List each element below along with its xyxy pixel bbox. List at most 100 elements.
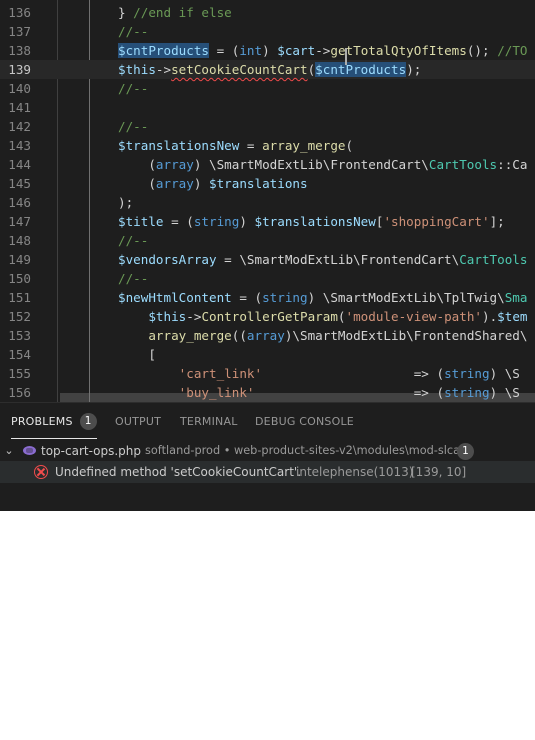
code-line[interactable]: 152 $this->ControllerGetParam('module-vi… [0,307,535,326]
code-token: = ( [209,43,240,58]
code-token: $cart [277,43,316,58]
code-token: ( [345,138,354,153]
line-number: 147 [8,214,31,229]
line-code: ); [118,193,133,212]
code-token: ) \S [489,385,520,400]
code-token: $vendorsArray [118,252,217,267]
code-line[interactable]: 149 $vendorsArray = \SmartModExtLib\Front… [0,250,535,269]
code-token: ( [118,176,156,191]
line-code: //-- [118,79,148,98]
code-token: 'buy_link' [178,385,255,400]
line-number: 142 [8,119,31,134]
code-token: ( [337,309,346,324]
code-token: //-- [118,233,149,248]
line-code: (array) $translations [118,174,307,193]
line-number: 138 [8,43,31,58]
tab-problems[interactable]: PROBLEMS 1 [11,403,97,439]
code-token: )\SmartModExtLib\FrontendShared\ [284,328,528,343]
code-token: ) \SmartModExtLib\TplTwig\ [307,290,505,305]
code-token: ) \SmartModExtLib\FrontendCart\ [193,157,429,172]
code-editor[interactable]: 136} //end if else 137//-- 138 $cntProducts… [0,0,535,402]
code-line[interactable]: 154 [ [0,345,535,364]
code-token: Sma [504,290,528,305]
line-code: 'cart_link' => (string) \S [118,364,520,383]
line-number: 136 [8,5,31,20]
code-token: [ [118,347,156,362]
code-line[interactable]: 140 //-- [0,79,535,98]
code-token: string [444,385,490,400]
code-line[interactable]: 147 $title = (string) $translationsNew['s… [0,212,535,231]
code-token: $tem [497,309,528,324]
code-token: => ( [262,366,445,381]
code-line[interactable]: 137 //-- [0,22,535,41]
code-token: //-- [118,81,149,96]
code-token: getTotalQtyOfItems [330,43,467,58]
code-token: string [193,214,240,229]
problem-position: [139, 10] [411,465,467,479]
code-token: array_merge [148,328,232,343]
code-line[interactable]: 155 'cart_link' => (string) \S [0,364,535,383]
chevron-down-icon[interactable]: ⌄ [3,440,15,462]
code-token: = ( [163,214,194,229]
code-line[interactable]: 144 (array) \SmartModExtLib\FrontendCart… [0,155,535,174]
code-line[interactable]: 142 //-- [0,117,535,136]
tab-debug-console[interactable]: DEBUG CONSOLE [255,403,354,439]
code-token: $translationsNew [254,214,376,229]
line-number: 149 [8,252,31,267]
line-number: 137 [8,24,31,39]
code-token: //-- [118,271,149,286]
line-number: 144 [8,157,31,172]
line-code: $newHtmlContent = (string) \SmartModExtL… [118,288,527,307]
code-line[interactable]: 139 $this->setCookieCountCart($cnt Product… [0,48,535,79]
panel-tabs: PROBLEMS 1 OUTPUT TERMINAL DEBUG CONSOLE [0,403,535,439]
code-line[interactable]: 151 $newHtmlContent = (string) \SmartModE… [0,288,535,307]
code-token: -> [315,43,331,58]
tab-problems-label: PROBLEMS [11,415,73,428]
code-token: array [246,328,285,343]
line-code: array_merge((array)\SmartModExtLib\Front… [118,326,527,345]
tab-terminal[interactable]: TERMINAL [180,403,238,439]
code-line[interactable]: 136} //end if else [0,3,535,22]
problem-file-row[interactable]: ⌄ top-cart-ops.php softland-prod • web-p… [0,440,535,462]
code-line[interactable]: 153 array_merge((array)\SmartModExtLib\F… [0,326,535,345]
tab-output[interactable]: OUTPUT [115,403,161,439]
code-token: 'shoppingCart' [383,214,490,229]
problem-item[interactable]: Undefined method 'setCookieCountCart'. i… [0,461,535,483]
code-token: 'module-view-path' [345,309,482,324]
line-number: 139 [8,62,31,77]
line-number: 140 [8,81,31,96]
line-number: 155 [8,366,31,381]
line-number: 150 [8,271,31,286]
code-token: $cnt [315,62,346,77]
code-line[interactable]: 138 $cntProducts = (int) $cart->getTotalQ… [0,41,535,60]
code-token: CartTools [459,252,528,267]
code-token: ( [118,157,156,172]
code-token: } [118,5,134,20]
line-number: 153 [8,328,31,343]
code-token: $translationsNew [118,138,240,153]
line-code: [ [118,345,156,364]
code-token: array_merge [262,138,346,153]
code-token: //end if else [133,5,232,20]
code-line[interactable]: 143 $translationsNew = array_merge( [0,136,535,155]
code-line[interactable]: 148 //-- [0,231,535,250]
code-token: ::Ca [497,157,528,172]
vscode-window: 136} //end if else 137//-- 138 $cntProducts… [0,0,535,511]
php-file-icon [23,446,36,455]
code-token: array [155,157,194,172]
line-code: //-- [118,117,148,136]
code-token: $title [118,214,164,229]
code-line[interactable]: 146); [0,193,535,212]
code-token: -> [155,62,172,77]
line-code: (array) \SmartModExtLib\FrontendCart\Car… [118,155,527,174]
code-line[interactable]: 141 [0,98,535,117]
code-token: ) [239,214,255,229]
code-line[interactable]: 150 //-- [0,269,535,288]
problem-source: intelephense(1013) [296,465,414,479]
line-code: $translationsNew = array_merge( [118,136,353,155]
code-token: Products [345,62,407,77]
code-line[interactable]: 145 (array) $translations [0,174,535,193]
line-number: 145 [8,176,31,191]
code-line[interactable]: 156 'buy_link' => (string) \S [0,383,535,402]
